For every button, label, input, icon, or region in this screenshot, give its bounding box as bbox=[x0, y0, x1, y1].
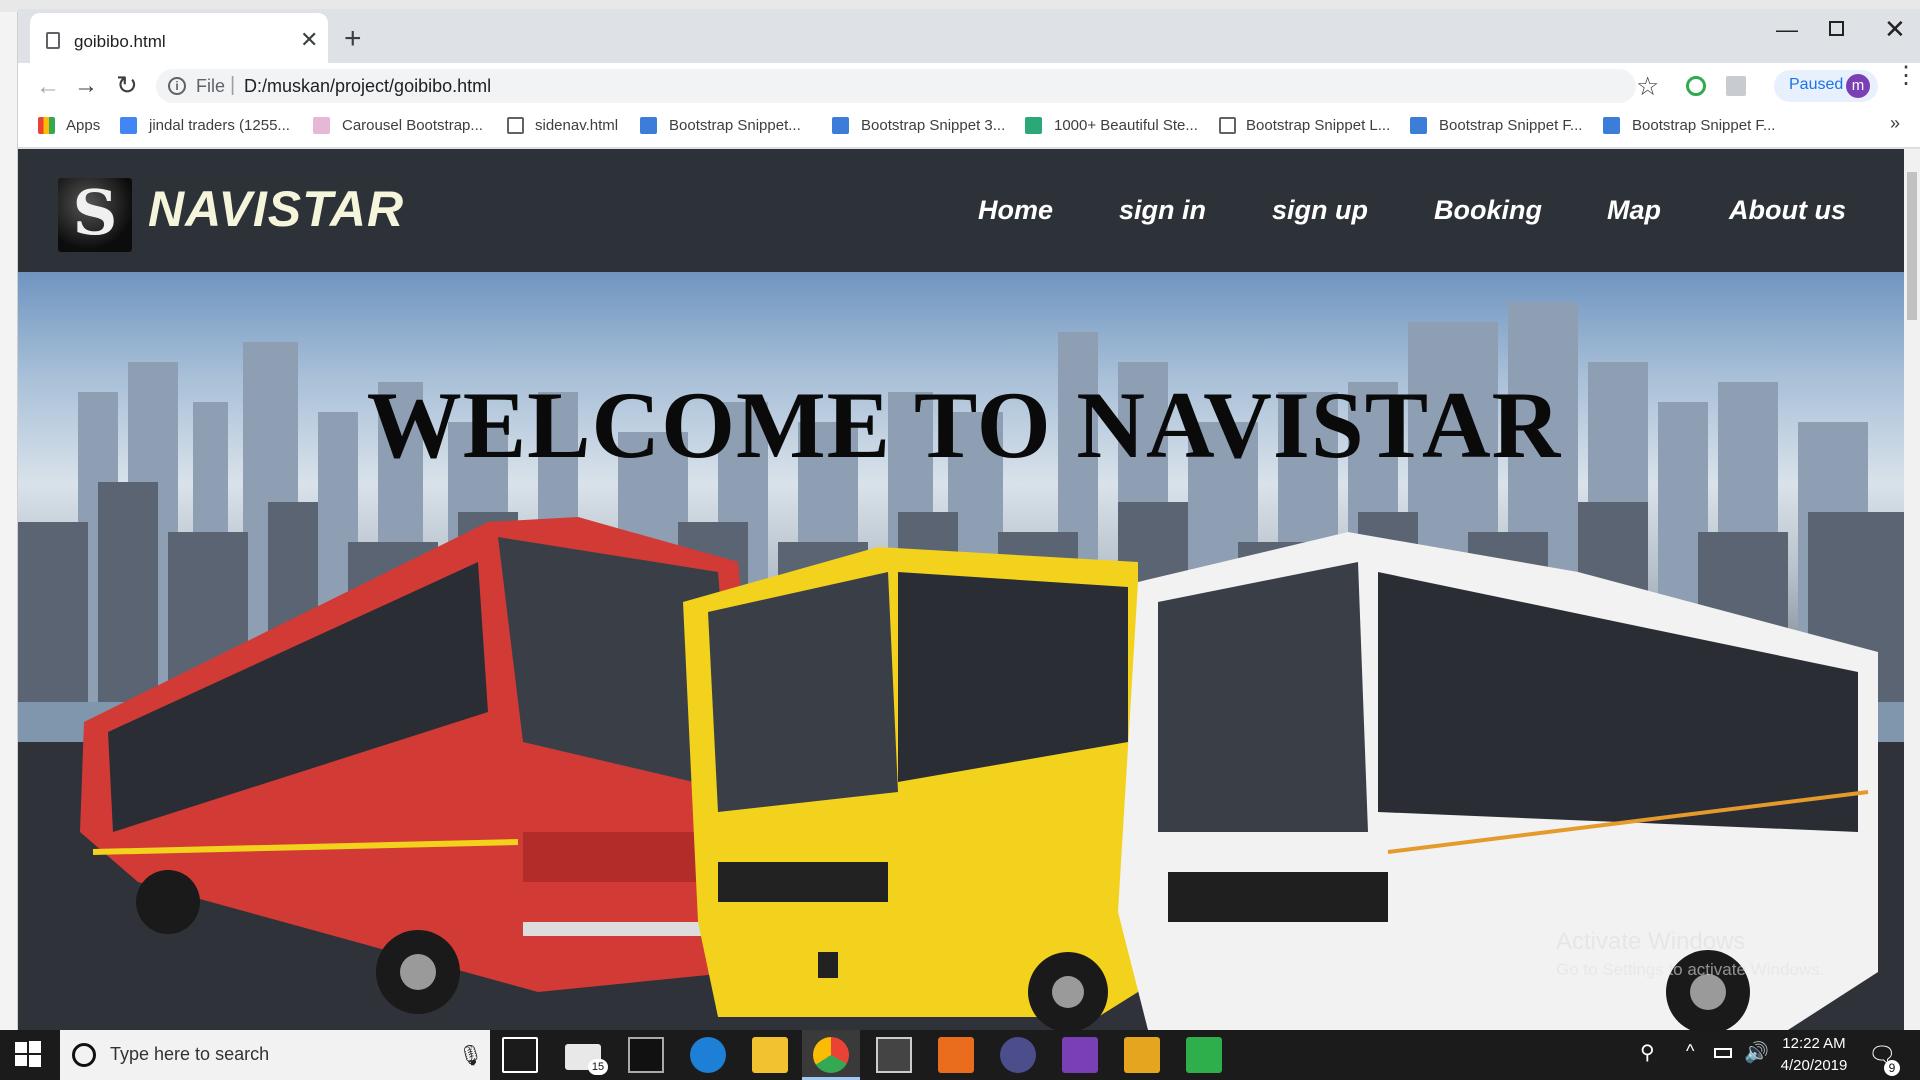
file-icon bbox=[507, 117, 524, 134]
clock-date[interactable]: 4/20/2019 bbox=[1774, 1057, 1854, 1074]
nav-about-us[interactable]: About us bbox=[1729, 195, 1846, 226]
info-icon[interactable]: i bbox=[168, 77, 186, 95]
eclipse-icon[interactable] bbox=[1000, 1037, 1036, 1073]
scrollbar-thumb[interactable] bbox=[1907, 172, 1917, 320]
notification-badge: 9 bbox=[1884, 1060, 1900, 1076]
nav-sign-up[interactable]: sign up bbox=[1272, 195, 1368, 226]
battery-icon[interactable] bbox=[1714, 1048, 1732, 1058]
background-window-edge bbox=[0, 12, 18, 1030]
site-brand[interactable]: NAVISTAR bbox=[148, 180, 404, 238]
bookmark-item[interactable]: Carousel Bootstrap... bbox=[342, 117, 483, 134]
url-scheme-label: File bbox=[196, 76, 226, 96]
microphone-icon[interactable]: 🎙 bbox=[458, 1043, 483, 1068]
green-favicon-icon bbox=[1025, 117, 1042, 134]
bookmark-item[interactable]: Bootstrap Snippet F... bbox=[1632, 117, 1775, 134]
new-tab-button[interactable]: + bbox=[344, 24, 362, 54]
cortana-icon bbox=[72, 1043, 96, 1067]
bookmark-item[interactable]: Bootstrap Snippet 3... bbox=[861, 117, 1005, 134]
apps-grid-icon bbox=[38, 117, 55, 134]
activation-watermark-title: Activate Windows bbox=[1556, 928, 1746, 955]
yellow-bus bbox=[683, 547, 1138, 1030]
bookmark-item[interactable]: Bootstrap Snippet... bbox=[669, 117, 801, 134]
tools-icon[interactable] bbox=[876, 1037, 912, 1073]
download-app-icon[interactable] bbox=[1186, 1037, 1222, 1073]
nav-sign-in[interactable]: sign in bbox=[1119, 195, 1206, 226]
windows-start-icon[interactable] bbox=[14, 1040, 42, 1068]
url-separator: | bbox=[230, 74, 236, 96]
avatar[interactable]: m bbox=[1846, 74, 1870, 98]
chrome-icon[interactable] bbox=[813, 1037, 849, 1073]
bootstrap-icon bbox=[832, 117, 849, 134]
nav-booking[interactable]: Booking bbox=[1434, 195, 1542, 226]
bookmark-item[interactable]: Bootstrap Snippet L... bbox=[1246, 117, 1390, 134]
close-window-button[interactable]: ✕ bbox=[1884, 14, 1906, 45]
menu-dots-icon[interactable]: ⋮ bbox=[1894, 64, 1918, 88]
bookmark-item[interactable]: jindal traders (1255... bbox=[149, 117, 290, 134]
bookmark-item[interactable]: sidenav.html bbox=[535, 117, 618, 134]
nav-home[interactable]: Home bbox=[978, 195, 1053, 226]
whatsapp-icon[interactable] bbox=[1124, 1037, 1160, 1073]
volume-icon[interactable]: 🔊 bbox=[1744, 1040, 1769, 1065]
logo-mark: S bbox=[72, 176, 118, 249]
profile-status: Paused bbox=[1789, 76, 1844, 93]
close-tab-icon[interactable]: ✕ bbox=[300, 27, 318, 53]
bookmark-star-icon[interactable]: ☆ bbox=[1636, 71, 1659, 102]
bookmarks-overflow-button[interactable]: » bbox=[1890, 113, 1900, 134]
clock-time[interactable]: 12:22 AM bbox=[1778, 1035, 1850, 1052]
task-view-icon[interactable] bbox=[502, 1037, 538, 1073]
tray-expand-icon[interactable]: ^ bbox=[1686, 1041, 1694, 1062]
minimize-button[interactable]: — bbox=[1776, 17, 1798, 43]
forward-arrow-icon[interactable]: → bbox=[74, 72, 98, 100]
file-explorer-icon[interactable] bbox=[752, 1037, 788, 1073]
extension-icon[interactable] bbox=[1726, 76, 1746, 96]
file-icon bbox=[1219, 117, 1236, 134]
maximize-button[interactable] bbox=[1829, 21, 1844, 36]
extension-icon[interactable] bbox=[1686, 76, 1706, 96]
people-icon[interactable]: ⚲ bbox=[1640, 1040, 1655, 1065]
search-placeholder: Type here to search bbox=[110, 1044, 270, 1064]
docs-icon bbox=[120, 117, 137, 134]
edge-icon[interactable] bbox=[690, 1037, 726, 1073]
bootstrap-icon bbox=[1410, 117, 1427, 134]
visual-studio-icon[interactable] bbox=[1062, 1037, 1098, 1073]
sublime-text-icon[interactable] bbox=[938, 1037, 974, 1073]
mail-badge: 15 bbox=[588, 1059, 608, 1075]
url-text[interactable]: D:/muskan/project/goibibo.html bbox=[244, 76, 491, 97]
bookmark-item[interactable]: Bootstrap Snippet F... bbox=[1439, 117, 1582, 134]
activation-watermark-text: Go to Settings to activate Windows. bbox=[1556, 960, 1825, 979]
reload-icon[interactable]: ↻ bbox=[116, 70, 138, 101]
bookmark-item[interactable]: 1000+ Beautiful Ste... bbox=[1054, 117, 1198, 134]
bookmark-apps[interactable]: Apps bbox=[66, 117, 100, 134]
bootstrap-icon bbox=[1603, 117, 1620, 134]
bookmark-favicon-icon bbox=[313, 117, 330, 134]
nav-map[interactable]: Map bbox=[1607, 195, 1661, 226]
terminal-icon[interactable] bbox=[628, 1037, 664, 1073]
hero-title: WELCOME TO NAVISTAR bbox=[366, 372, 1562, 478]
back-arrow-icon[interactable]: ← bbox=[36, 73, 60, 101]
tab-title: goibibo.html bbox=[74, 32, 166, 51]
bootstrap-icon bbox=[640, 117, 657, 134]
file-icon bbox=[46, 32, 60, 49]
